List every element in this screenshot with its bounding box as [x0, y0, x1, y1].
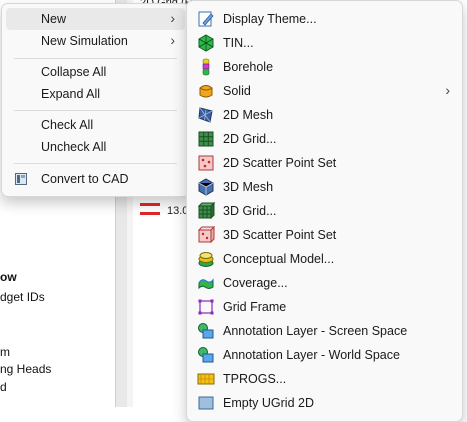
2d-scatter-icon [198, 155, 214, 171]
submenu-item-label: 2D Mesh [223, 108, 274, 122]
menu-item-new[interactable]: New › [6, 8, 185, 30]
submenu-item-coverage[interactable]: Coverage... [191, 271, 458, 295]
submenu-item-3d-scatter[interactable]: 3D Scatter Point Set [191, 223, 458, 247]
chevron-right-icon: › [170, 10, 175, 26]
submenu-item-empty-ugrid[interactable]: Empty UGrid 2D [191, 391, 458, 415]
annotation-world-icon [198, 347, 214, 363]
menu-item-new-simulation[interactable]: New Simulation › [6, 30, 185, 52]
submenu-item-label: Grid Frame [223, 300, 287, 314]
submenu-item-display-theme[interactable]: Display Theme... [191, 7, 458, 31]
submenu-item-label: 3D Grid... [223, 204, 277, 218]
coverage-icon [198, 278, 214, 290]
chevron-right-icon: › [170, 32, 175, 48]
tree-text-3: m [0, 345, 10, 359]
legend-swatch-2 [140, 212, 160, 215]
submenu-item-tprogs[interactable]: TPROGS... [191, 367, 458, 391]
grid-frame-icon [198, 299, 214, 315]
tree-text-2: dget IDs [0, 290, 45, 304]
tprogs-icon [197, 373, 215, 385]
menu-item-new-label: New [41, 12, 67, 26]
menu-item-convert-to-cad-label: Convert to CAD [41, 172, 129, 186]
menu-item-new-simulation-label: New Simulation [41, 34, 128, 48]
submenu-item-label: Solid [223, 84, 251, 98]
menu-item-collapse-all-label: Collapse All [41, 65, 107, 79]
menu-item-convert-to-cad[interactable]: Convert to CAD [6, 168, 185, 190]
menu-item-check-all-label: Check All [41, 118, 94, 132]
conceptual-model-icon [198, 252, 214, 267]
submenu-item-solid[interactable]: Solid › [191, 79, 458, 103]
ugrid-icon [198, 396, 214, 410]
submenu-item-label: Annotation Layer - Screen Space [223, 324, 408, 338]
borehole-icon [202, 58, 210, 76]
menu-item-uncheck-all[interactable]: Uncheck All [6, 136, 185, 158]
submenu-item-annotation-world[interactable]: Annotation Layer - World Space [191, 343, 458, 367]
annotation-screen-icon [198, 323, 214, 339]
new-submenu: Display Theme... TIN... Borehole Solid ›… [186, 0, 463, 422]
submenu-item-conceptual-model[interactable]: Conceptual Model... [191, 247, 458, 271]
submenu-item-label: Coverage... [223, 276, 288, 290]
menu-separator [14, 58, 177, 59]
submenu-item-2d-mesh[interactable]: 2D Mesh [191, 103, 458, 127]
menu-item-expand-all[interactable]: Expand All [6, 83, 185, 105]
legend-swatch-1 [140, 203, 160, 206]
submenu-item-label: 3D Scatter Point Set [223, 228, 337, 242]
submenu-item-label: Borehole [223, 60, 274, 74]
submenu-item-2d-grid[interactable]: 2D Grid... [191, 127, 458, 151]
submenu-item-label: TIN... [223, 36, 254, 50]
2d-mesh-icon [198, 107, 213, 123]
submenu-item-label: TPROGS... [223, 372, 287, 386]
submenu-item-tin[interactable]: TIN... [191, 31, 458, 55]
menu-separator [14, 110, 177, 111]
display-theme-icon [198, 11, 214, 27]
submenu-item-3d-mesh[interactable]: 3D Mesh [191, 175, 458, 199]
2d-grid-icon [198, 131, 214, 147]
tree-text-1: ow [0, 270, 17, 284]
chevron-right-icon: › [445, 82, 450, 98]
submenu-item-label: Empty UGrid 2D [223, 396, 314, 410]
menu-separator [14, 163, 177, 164]
context-menu: New › New Simulation › Collapse All Expa… [1, 3, 190, 197]
submenu-item-grid-frame[interactable]: Grid Frame [191, 295, 458, 319]
submenu-item-3d-grid[interactable]: 3D Grid... [191, 199, 458, 223]
submenu-item-label: 2D Grid... [223, 132, 277, 146]
menu-item-collapse-all[interactable]: Collapse All [6, 61, 185, 83]
menu-item-check-all[interactable]: Check All [6, 114, 185, 136]
submenu-item-2d-scatter[interactable]: 2D Scatter Point Set [191, 151, 458, 175]
3d-grid-icon [197, 202, 215, 220]
submenu-item-label: 2D Scatter Point Set [223, 156, 337, 170]
submenu-item-borehole[interactable]: Borehole [191, 55, 458, 79]
submenu-item-label: Annotation Layer - World Space [223, 348, 400, 362]
submenu-item-label: 3D Mesh [223, 180, 274, 194]
submenu-item-label: Display Theme... [223, 12, 317, 26]
3d-scatter-icon [197, 226, 215, 244]
tree-text-5: d [0, 380, 7, 394]
solid-icon [199, 85, 213, 98]
tree-text-4: ng Heads [0, 362, 52, 376]
3d-mesh-icon [198, 178, 214, 196]
cad-icon [15, 173, 27, 185]
submenu-item-label: Conceptual Model... [223, 252, 335, 266]
submenu-item-annotation-screen[interactable]: Annotation Layer - Screen Space [191, 319, 458, 343]
menu-item-uncheck-all-label: Uncheck All [41, 140, 107, 154]
tin-icon [198, 34, 214, 52]
menu-item-expand-all-label: Expand All [41, 87, 101, 101]
